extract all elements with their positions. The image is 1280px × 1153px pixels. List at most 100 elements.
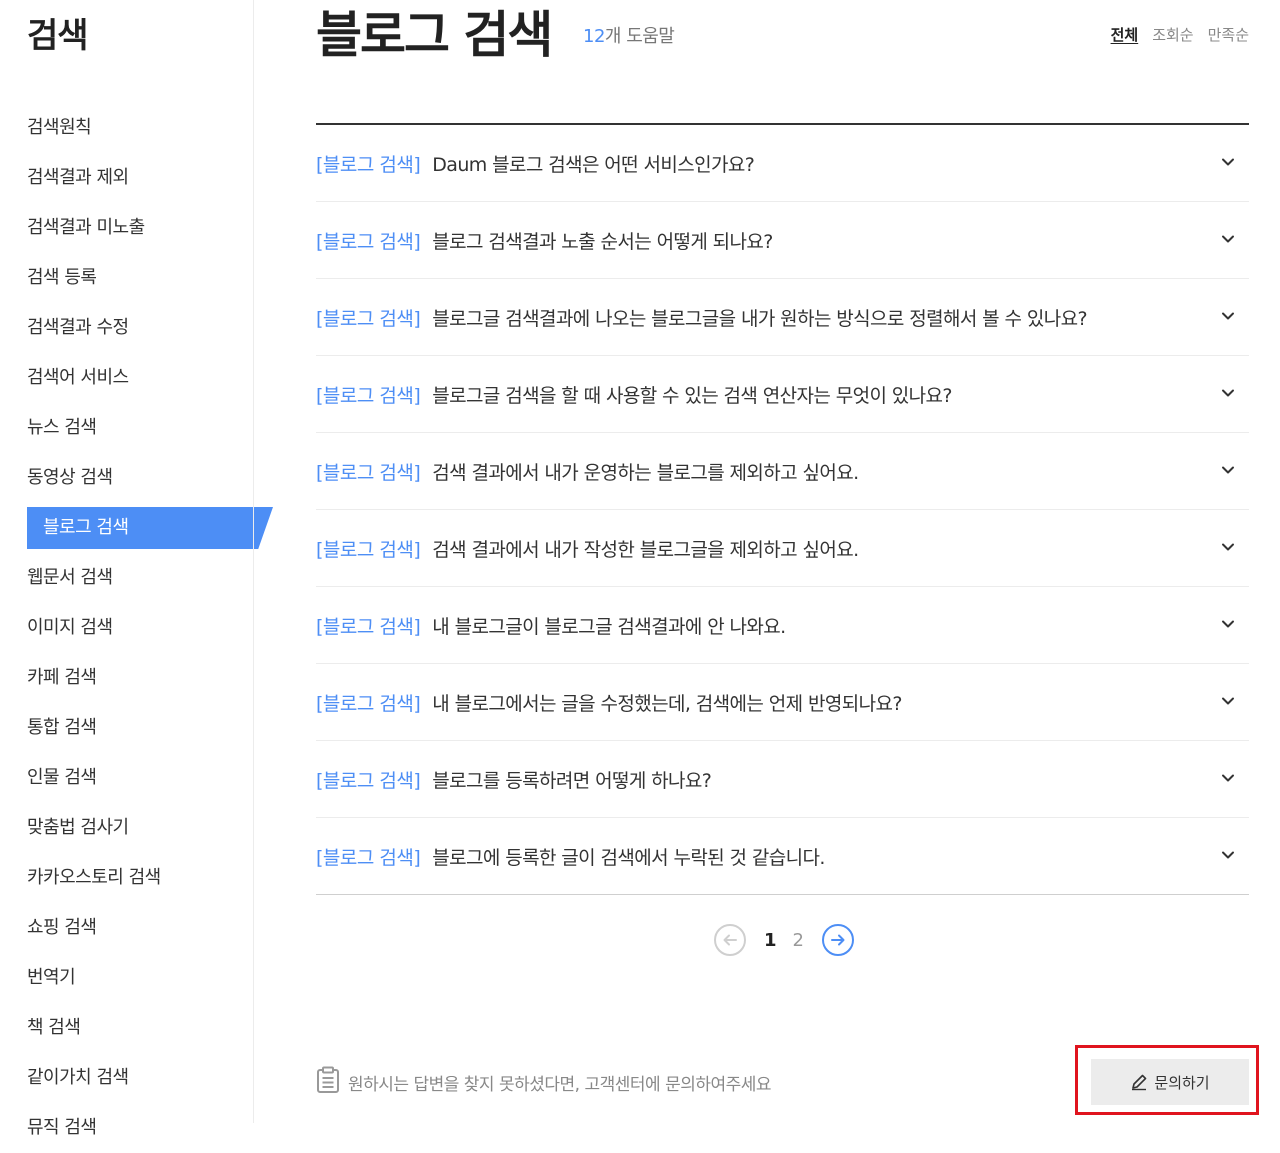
sidebar-item[interactable]: 같이가치 검색 (0, 1053, 280, 1103)
sidebar-title: 검색 (27, 16, 89, 56)
sidebar-item[interactable]: 검색결과 미노출 (0, 203, 280, 253)
faq-question: 블로그 검색결과 노출 순서는 어떻게 되나요? (432, 230, 773, 253)
faq-category-tag: [블로그 검색] (316, 307, 421, 330)
sidebar-item-label: 검색 등록 (27, 267, 97, 288)
sidebar-item-label: 카카오스토리 검색 (27, 867, 161, 888)
faq-question: 검색 결과에서 내가 운영하는 블로그를 제외하고 싶어요. (432, 461, 859, 484)
prev-page-button[interactable] (714, 924, 746, 956)
faq-item[interactable]: [블로그 검색] 내 블로그글이 블로그글 검색결과에 안 나와요. (316, 587, 1249, 664)
sidebar-item[interactable]: 검색원칙 (0, 103, 280, 153)
sidebar-item[interactable]: 뉴스 검색 (0, 403, 280, 453)
chevron-down-icon[interactable] (1221, 617, 1235, 631)
sidebar-item-label: 검색결과 미노출 (27, 217, 145, 238)
sidebar-item[interactable]: 검색결과 수정 (0, 303, 280, 353)
sidebar-item[interactable]: 카카오스토리 검색 (0, 853, 280, 903)
sidebar-item[interactable]: 뮤직 검색 (0, 1103, 280, 1153)
faq-item[interactable]: [블로그 검색] 블로그글 검색결과에 나오는 블로그글을 내가 원하는 방식으로… (316, 279, 1249, 356)
sidebar-item-label: 통합 검색 (27, 717, 97, 738)
sidebar-item[interactable]: 이미지 검색 (0, 603, 280, 653)
chevron-down-icon[interactable] (1221, 540, 1235, 554)
help-count-number: 12 (583, 26, 605, 47)
sidebar-item-label: 쇼핑 검색 (27, 917, 97, 938)
faq-question: 검색 결과에서 내가 작성한 블로그글을 제외하고 싶어요. (432, 538, 859, 561)
sort-tab-satisfaction[interactable]: 만족순 (1208, 24, 1249, 45)
faq-question: 내 블로그에서는 글을 수정했는데, 검색에는 언제 반영되나요? (432, 692, 902, 715)
faq-item[interactable]: [블로그 검색] 검색 결과에서 내가 작성한 블로그글을 제외하고 싶어요. (316, 510, 1249, 587)
sidebar-item-label: 책 검색 (27, 1017, 81, 1038)
chevron-down-icon[interactable] (1221, 386, 1235, 400)
faq-question: 블로그글 검색을 할 때 사용할 수 있는 검색 연산자는 무엇이 있나요? (432, 384, 952, 407)
faq-item[interactable]: [블로그 검색] 블로그를 등록하려면 어떻게 하나요? (316, 741, 1249, 818)
sidebar-item-label: 검색결과 수정 (27, 317, 129, 338)
main-content: 블로그 검색 12개 도움말 전체 조회순 만족순 [블로그 검색] Daum 블… (316, 0, 1249, 1123)
faq-category-tag: [블로그 검색] (316, 538, 421, 561)
sidebar-item-label: 검색원칙 (27, 117, 92, 138)
help-count: 12개 도움말 (583, 22, 675, 48)
faq-question: Daum 블로그 검색은 어떤 서비스인가요? (432, 153, 755, 176)
sidebar-item-label: 뮤직 검색 (27, 1117, 97, 1138)
pagination: 1 2 (714, 924, 854, 956)
inquiry-button-label: 문의하기 (1154, 1073, 1210, 1092)
chevron-down-icon[interactable] (1221, 694, 1235, 708)
faq-question: 내 블로그글이 블로그글 검색결과에 안 나와요. (432, 615, 786, 638)
chevron-down-icon[interactable] (1221, 848, 1235, 862)
faq-list: [블로그 검색] Daum 블로그 검색은 어떤 서비스인가요? [블로그 검색] 블… (316, 123, 1249, 895)
chevron-down-icon[interactable] (1221, 309, 1235, 323)
help-count-suffix: 개 도움말 (604, 26, 675, 47)
arrow-left-icon (723, 934, 737, 946)
sidebar-item[interactable]: 검색 등록 (0, 253, 280, 303)
arrow-right-icon (830, 934, 845, 946)
sidebar-item[interactable]: 통합 검색 (0, 703, 280, 753)
inquiry-button[interactable]: 문의하기 (1091, 1059, 1249, 1105)
sort-tab-views[interactable]: 조회순 (1152, 24, 1193, 45)
sort-tabs: 전체 조회순 만족순 (1111, 24, 1249, 45)
sidebar-item[interactable]: 검색어 서비스 (0, 353, 280, 403)
sidebar-item-label: 검색어 서비스 (27, 367, 129, 388)
clipboard-icon (316, 1066, 340, 1099)
page-number[interactable]: 2 (793, 930, 804, 951)
chevron-down-icon[interactable] (1221, 463, 1235, 477)
sidebar-item-label: 동영상 검색 (27, 467, 113, 488)
sidebar-item[interactable]: 인물 검색 (0, 753, 280, 803)
chevron-down-icon[interactable] (1221, 232, 1235, 246)
faq-item[interactable]: [블로그 검색] 검색 결과에서 내가 운영하는 블로그를 제외하고 싶어요. (316, 433, 1249, 510)
faq-item[interactable]: [블로그 검색] 블로그 검색결과 노출 순서는 어떻게 되나요? (316, 202, 1249, 279)
sidebar-item[interactable]: 카페 검색 (0, 653, 280, 703)
faq-question: 블로그에 등록한 글이 검색에서 누락된 것 같습니다. (432, 846, 825, 869)
sort-tab-all[interactable]: 전체 (1111, 24, 1139, 45)
inquiry-note: 원하시는 답변을 찾지 못하셨다면, 고객센터에 문의하여주세요 (316, 1066, 772, 1099)
faq-category-tag: [블로그 검색] (316, 692, 421, 715)
pencil-icon (1132, 1074, 1147, 1091)
sidebar-item-label: 맞춤법 검사기 (27, 817, 129, 838)
faq-category-tag: [블로그 검색] (316, 769, 421, 792)
sidebar-item-label: 웹문서 검색 (27, 567, 113, 588)
faq-category-tag: [블로그 검색] (316, 384, 421, 407)
sidebar-item[interactable]: 검색결과 제외 (0, 153, 280, 203)
faq-item[interactable]: [블로그 검색] 블로그글 검색을 할 때 사용할 수 있는 검색 연산자는 무엇… (316, 356, 1249, 433)
sidebar: 검색 검색원칙 검색결과 제외 검색결과 미노출 검색 등록 검색결과 수정 검색어 서비… (0, 0, 254, 1138)
faq-item[interactable]: [블로그 검색] 내 블로그에서는 글을 수정했는데, 검색에는 언제 반영되나요… (316, 664, 1249, 741)
page-title: 블로그 검색 (316, 6, 553, 64)
faq-category-tag: [블로그 검색] (316, 461, 421, 484)
chevron-down-icon[interactable] (1221, 155, 1235, 169)
sidebar-item[interactable]: 동영상 검색 (0, 453, 280, 503)
sidebar-item-label: 뉴스 검색 (27, 417, 97, 438)
sidebar-item-label: 번역기 (27, 967, 76, 988)
faq-category-tag: [블로그 검색] (316, 846, 421, 869)
sidebar-item[interactable]: 맞춤법 검사기 (0, 803, 280, 853)
faq-question: 블로그를 등록하려면 어떻게 하나요? (432, 769, 712, 792)
page-number-current[interactable]: 1 (764, 930, 777, 951)
chevron-down-icon[interactable] (1221, 771, 1235, 785)
sidebar-item-label: 블로그 검색 (43, 517, 129, 538)
next-page-button[interactable] (821, 924, 854, 956)
sidebar-menu: 검색원칙검색결과 제외검색결과 미노출검색 등록검색결과 수정검색어 서비스뉴스… (0, 103, 280, 1153)
sidebar-item-active[interactable]: 블로그 검색 (0, 503, 280, 553)
faq-category-tag: [블로그 검색] (316, 153, 421, 176)
sidebar-item[interactable]: 웹문서 검색 (0, 553, 280, 603)
sidebar-item[interactable]: 번역기 (0, 953, 280, 1003)
sidebar-item[interactable]: 책 검색 (0, 1003, 280, 1053)
sidebar-item[interactable]: 쇼핑 검색 (0, 903, 280, 953)
faq-item[interactable]: [블로그 검색] 블로그에 등록한 글이 검색에서 누락된 것 같습니다. (316, 818, 1249, 894)
sidebar-item-label: 같이가치 검색 (27, 1067, 129, 1088)
faq-item[interactable]: [블로그 검색] Daum 블로그 검색은 어떤 서비스인가요? (316, 125, 1249, 202)
